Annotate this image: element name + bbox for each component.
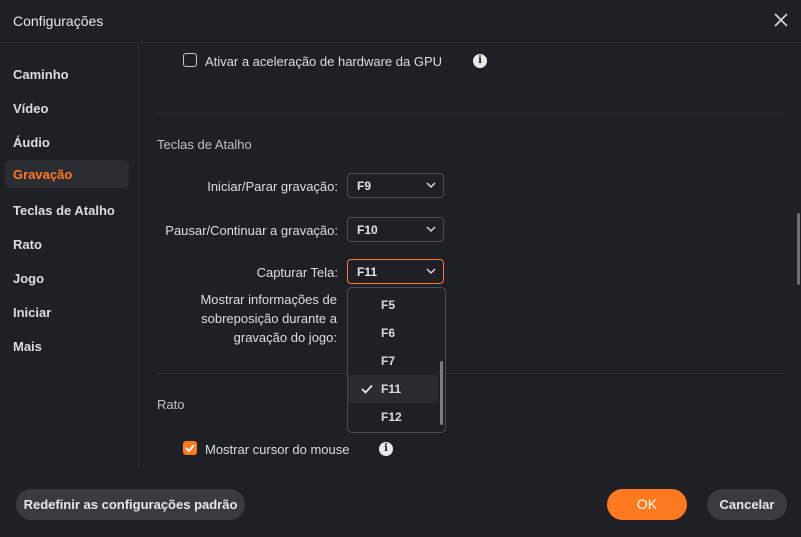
sidebar-item-audio[interactable]: Áudio [5, 128, 129, 156]
sidebar-item-label: Rato [13, 237, 42, 252]
close-icon[interactable] [770, 9, 792, 31]
dropdown-option-f6[interactable]: F6 [348, 319, 438, 347]
sidebar-item-label: Teclas de Atalho [13, 203, 115, 218]
option-label: F5 [381, 298, 396, 312]
divider [157, 373, 785, 374]
sidebar-item-label: Caminho [13, 67, 69, 82]
divider [157, 113, 785, 114]
info-icon[interactable]: i [473, 54, 487, 68]
reset-defaults-button[interactable]: Redefinir as configurações padrão [16, 489, 245, 520]
check-icon [361, 384, 373, 394]
option-label: F12 [381, 410, 402, 424]
sidebar-item-iniciar[interactable]: Iniciar [5, 298, 129, 326]
capture-screen-label: Capturar Tela: [256, 265, 338, 280]
show-cursor-checkbox[interactable] [183, 441, 197, 455]
select-value: F10 [357, 223, 378, 237]
pause-resume-hotkey-select[interactable]: F10 [347, 217, 444, 242]
cancel-button[interactable]: Cancelar [707, 489, 787, 520]
overlay-info-line: sobreposição durante a [201, 311, 337, 326]
sidebar-item-label: Jogo [13, 271, 45, 286]
dropdown-option-f11[interactable]: F11 [348, 375, 438, 403]
select-value: F11 [357, 265, 378, 279]
start-stop-hotkey-select[interactable]: F9 [347, 173, 444, 198]
option-label: F7 [381, 354, 396, 368]
sidebar-item-label: Gravação [13, 167, 73, 182]
sidebar-item-label: Vídeo [13, 101, 49, 116]
chevron-down-icon [426, 182, 436, 189]
capture-screen-dropdown-list: F5 F6 F7 F11 F12 [347, 287, 446, 433]
show-cursor-label: Mostrar cursor do mouse [205, 442, 350, 457]
sidebar-item-gravacao[interactable]: Gravação [5, 160, 129, 188]
info-icon[interactable]: i [379, 442, 393, 456]
close-button[interactable] [770, 9, 792, 31]
sidebar-item-caminho[interactable]: Caminho [5, 60, 129, 88]
sidebar-item-label: Áudio [13, 135, 50, 150]
sidebar-item-mais[interactable]: Mais [5, 332, 129, 360]
overlay-info-line: Mostrar informações de [200, 292, 337, 307]
settings-sidebar: Caminho Vídeo Áudio Gravação Teclas de A… [0, 43, 139, 467]
capture-screen-hotkey-select[interactable]: F11 [347, 259, 444, 284]
chevron-down-icon [426, 226, 436, 233]
sidebar-item-video[interactable]: Vídeo [5, 94, 129, 122]
option-label: F11 [381, 382, 402, 396]
footer: Redefinir as configurações padrão OK Can… [0, 467, 801, 537]
pause-resume-label: Pausar/Continuar a gravação: [165, 223, 338, 238]
option-label: F6 [381, 326, 396, 340]
gpu-acceleration-checkbox[interactable] [183, 53, 197, 67]
checkmark-icon [185, 444, 195, 453]
dropdown-option-f7[interactable]: F7 [348, 347, 438, 375]
gpu-acceleration-label: Ativar a aceleração de hardware da GPU [205, 54, 443, 69]
content-scrollbar[interactable] [797, 213, 800, 285]
dropdown-scrollbar[interactable] [440, 361, 443, 425]
settings-content: Ativar a aceleração de hardware da GPU i… [139, 43, 801, 467]
mouse-section-title: Rato [157, 397, 185, 412]
sidebar-item-jogo[interactable]: Jogo [5, 264, 129, 292]
dropdown-option-f5[interactable]: F5 [348, 291, 438, 319]
select-value: F9 [357, 179, 372, 193]
window-title: Configurações [13, 13, 104, 29]
sidebar-item-rato[interactable]: Rato [5, 230, 129, 258]
sidebar-item-label: Iniciar [13, 305, 52, 320]
overlay-info-label: Mostrar informações de sobreposição dura… [200, 290, 337, 347]
dropdown-option-f12[interactable]: F12 [348, 403, 438, 431]
ok-button[interactable]: OK [607, 489, 687, 520]
sidebar-item-label: Mais [13, 339, 42, 354]
start-stop-label: Iniciar/Parar gravação: [207, 179, 338, 194]
sidebar-item-teclas-de-atalho[interactable]: Teclas de Atalho [5, 196, 129, 224]
chevron-down-icon [426, 268, 436, 275]
title-bar: Configurações [0, 0, 801, 43]
hotkeys-section-title: Teclas de Atalho [157, 137, 252, 152]
overlay-info-line: gravação do jogo: [233, 330, 337, 345]
